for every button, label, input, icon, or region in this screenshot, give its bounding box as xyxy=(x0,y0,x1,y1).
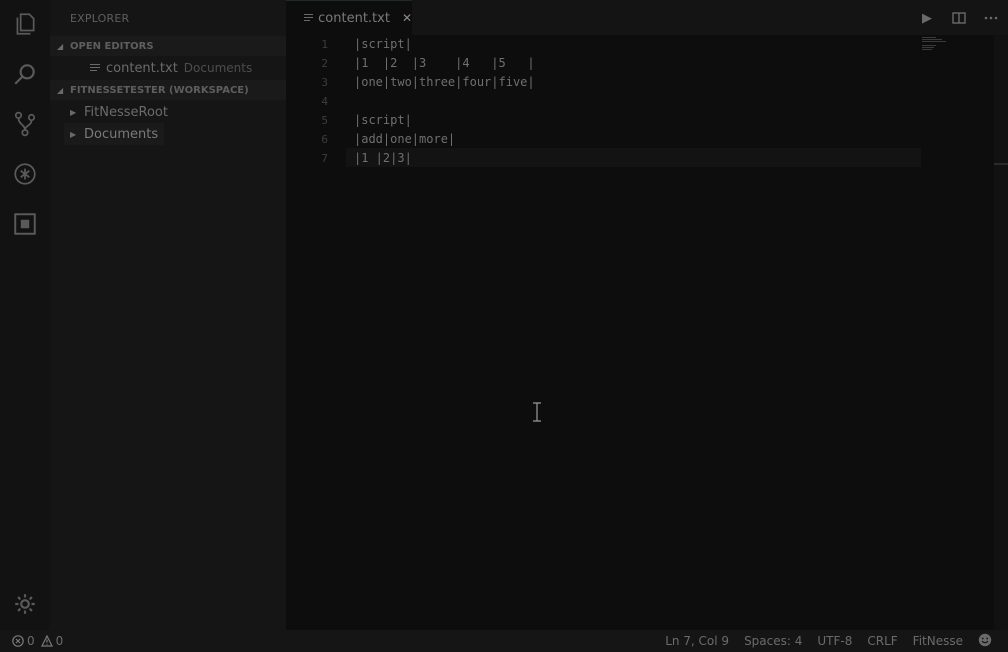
file-icon xyxy=(304,13,313,23)
more-actions-icon[interactable] xyxy=(982,9,1000,27)
explorer-sidebar: EXPLORER ◢ OPEN EDITORS content.txt Docu… xyxy=(50,0,286,630)
line-number: 5 xyxy=(321,114,328,127)
warning-icon xyxy=(40,635,53,647)
files-icon[interactable] xyxy=(11,10,39,38)
feedback-smiley-icon[interactable] xyxy=(978,633,992,650)
line-number: 1 xyxy=(321,38,328,51)
line-number: 3 xyxy=(321,76,328,89)
indentation[interactable]: Spaces: 4 xyxy=(744,634,802,648)
code-line[interactable]: |one|two|three|four|five| xyxy=(354,73,535,92)
scroll-position-marker xyxy=(994,163,1008,165)
text-cursor-icon xyxy=(533,402,541,422)
line-number: 6 xyxy=(321,133,328,146)
activity-bar xyxy=(0,0,50,630)
editor-area: content.txt ✕ ▶ 1 2 3 4 5 6 7 |script| |… xyxy=(286,0,1008,630)
status-bar: 0 0 Ln 7, Col 9 Spaces: 4 UTF-8 CRLF Fit… xyxy=(0,630,1008,652)
run-icon[interactable]: ▶ xyxy=(918,9,936,27)
error-count: 0 xyxy=(27,634,35,648)
extensions-icon[interactable] xyxy=(11,210,39,238)
warning-count: 0 xyxy=(55,634,64,648)
encoding[interactable]: UTF-8 xyxy=(817,634,852,648)
search-icon[interactable] xyxy=(11,60,39,88)
tree-item-label: FitNesseRoot xyxy=(84,104,168,120)
open-editors-label: OPEN EDITORS xyxy=(70,40,154,52)
open-editor-filename: content.txt xyxy=(106,60,178,76)
tab-bar: content.txt ✕ ▶ xyxy=(286,0,1008,35)
problems-indicator[interactable]: 0 0 xyxy=(12,634,63,648)
tree-item-documents[interactable]: ▶ Documents xyxy=(50,123,286,145)
language-mode[interactable]: FitNesse xyxy=(913,634,963,648)
workspace-label: FITNESSETESTER (WORKSPACE) xyxy=(70,84,249,96)
workspace-header[interactable]: ◢ FITNESSETESTER (WORKSPACE) xyxy=(50,80,286,100)
open-editor-folder: Documents xyxy=(183,61,253,75)
tree-item-label: Documents xyxy=(84,126,159,142)
gear-icon[interactable] xyxy=(11,590,39,618)
chevron-right-icon: ▶ xyxy=(70,129,77,139)
chevron-right-icon: ▶ xyxy=(70,107,77,117)
close-icon[interactable]: ✕ xyxy=(402,11,412,25)
line-ending[interactable]: CRLF xyxy=(867,634,897,648)
tab-label: content.txt xyxy=(318,10,390,26)
code-line[interactable]: |add|one|more| xyxy=(354,130,455,149)
tree-item-fitnesseroot[interactable]: ▶ FitNesseRoot xyxy=(50,101,286,123)
code-line[interactable]: |1 |2|3| xyxy=(354,149,412,168)
tab-content-txt[interactable]: content.txt ✕ xyxy=(286,0,412,35)
vertical-scrollbar[interactable] xyxy=(994,35,1008,630)
debug-icon[interactable] xyxy=(11,160,39,188)
code-line[interactable]: |script| xyxy=(354,35,412,54)
current-line-highlight xyxy=(346,148,921,167)
line-number: 7 xyxy=(321,152,328,165)
chevron-down-icon: ◢ xyxy=(57,85,64,95)
file-icon xyxy=(90,63,100,73)
code-line[interactable]: |script| xyxy=(354,111,412,130)
cursor-position[interactable]: Ln 7, Col 9 xyxy=(665,634,729,648)
open-editors-header[interactable]: ◢ OPEN EDITORS xyxy=(50,36,286,56)
chevron-down-icon: ◢ xyxy=(57,41,64,51)
sidebar-title: EXPLORER xyxy=(70,12,130,25)
open-editor-item[interactable]: content.txt Documents xyxy=(50,57,286,79)
line-number: 4 xyxy=(321,95,328,108)
code-line[interactable]: |1 |2 |3 |4 |5 | xyxy=(354,54,535,73)
split-editor-icon[interactable] xyxy=(950,9,968,27)
line-number: 2 xyxy=(321,57,328,70)
source-control-icon[interactable] xyxy=(11,110,39,138)
error-icon xyxy=(12,635,24,647)
minimap[interactable] xyxy=(922,35,994,75)
